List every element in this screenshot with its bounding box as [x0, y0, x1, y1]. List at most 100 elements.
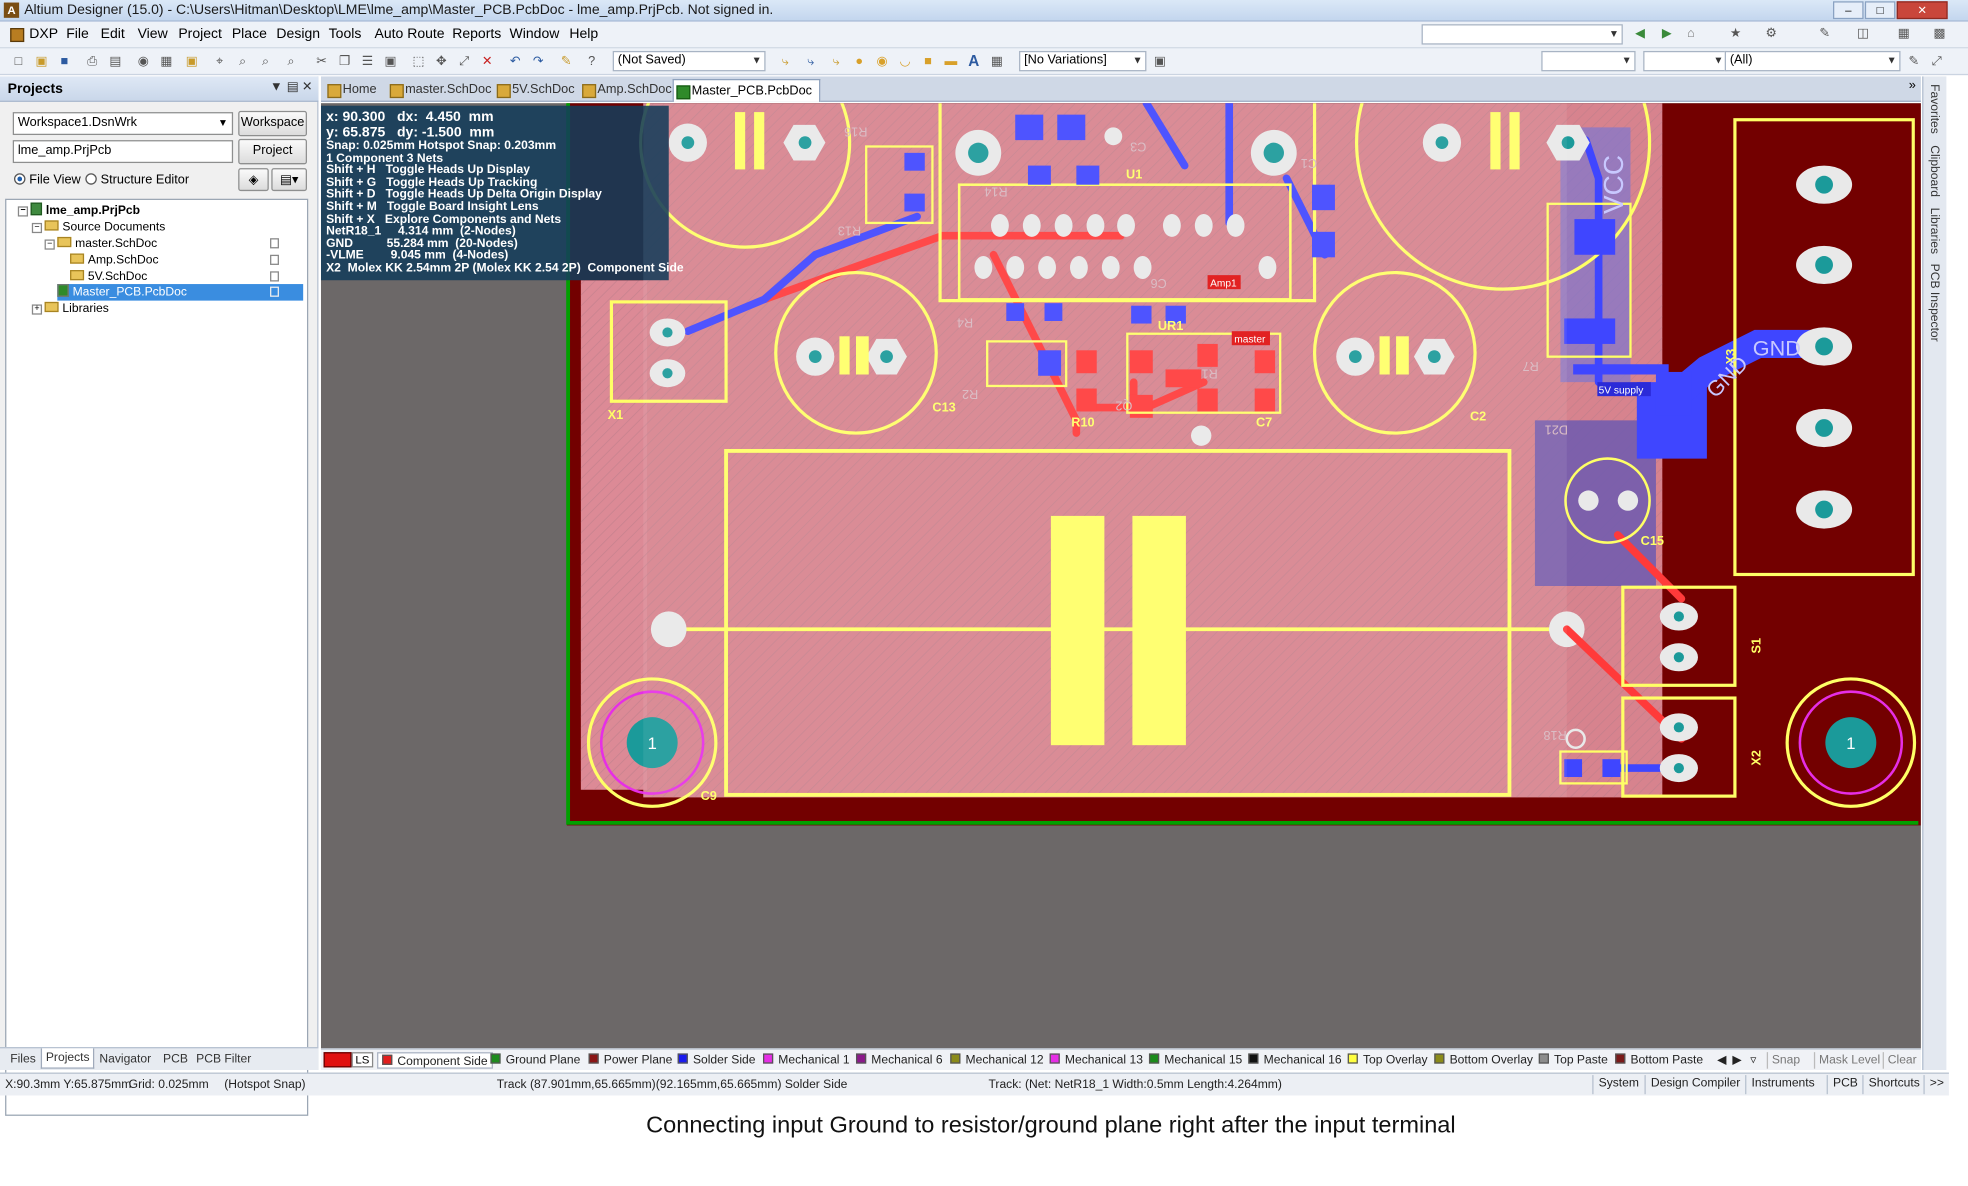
forward-icon[interactable]: ▶ [1658, 25, 1675, 42]
zoom-fit-icon[interactable]: ⌖ [211, 53, 228, 70]
menu-design[interactable]: Design [276, 27, 320, 42]
layer-tab-mechanical-6[interactable]: Mechanical 6 [855, 1052, 943, 1069]
panel-options-icon[interactable]: ◈ [238, 168, 269, 192]
snap-button[interactable]: Snap [1766, 1052, 1800, 1069]
copy-icon[interactable]: ❐ [336, 53, 353, 70]
tab-master-pcbdoc[interactable]: Master_PCB.PcbDoc [672, 78, 821, 102]
tab-5v-schdoc[interactable]: 5V.SchDoc [494, 79, 575, 102]
rubber-stamp-icon[interactable]: ▣ [382, 53, 399, 70]
dxp-icon[interactable] [10, 28, 25, 43]
menu-dxp[interactable]: DXP [29, 27, 58, 42]
tree-item-master-pcbdoc[interactable]: Master_PCB.PcbDoc [57, 284, 304, 301]
back-icon[interactable]: ◀ [1632, 25, 1649, 42]
place-fill-icon[interactable]: ■ [920, 53, 937, 70]
tree-item-master-schdoc[interactable]: − master.SchDoc [44, 236, 157, 253]
layer-tab-power-plane[interactable]: Power Plane [588, 1052, 672, 1069]
favorite-icon[interactable]: ★ [1727, 25, 1744, 42]
zoom-filtered-icon[interactable]: ⌕ [283, 53, 300, 70]
sidebar-tab-pcb-inspector[interactable]: PCB Inspector [1927, 264, 1941, 342]
clear-button[interactable]: Clear [1882, 1052, 1917, 1069]
project-field[interactable]: lme_amp.PrjPcb [12, 140, 234, 164]
menu-project[interactable]: Project [178, 27, 222, 42]
layer-tab-bottom-overlay[interactable]: Bottom Overlay [1434, 1052, 1533, 1069]
menu-edit[interactable]: Edit [101, 27, 125, 42]
filter-combo-2[interactable]: ▼ [1643, 50, 1728, 72]
panel-close-icon[interactable]: ✕ [302, 80, 313, 94]
filter-combo-1[interactable]: ▼ [1541, 50, 1636, 72]
layer-tab-ground-plane[interactable]: Ground Plane [490, 1052, 580, 1069]
pin-icon[interactable]: ▤ [287, 80, 299, 94]
workspace-field[interactable]: Workspace1.DsnWrk ▼ [12, 112, 234, 136]
place-pad-icon[interactable]: ● [851, 53, 868, 70]
zoom-area-icon[interactable]: ⌕ [234, 53, 251, 70]
collapse-icon[interactable]: − [44, 239, 55, 250]
layer-tab-mechanical-15[interactable]: Mechanical 15 [1148, 1052, 1242, 1069]
shortcuts-button[interactable]: Shortcuts [1862, 1075, 1925, 1095]
window-icon[interactable]: ◫ [1855, 25, 1872, 42]
design-compiler-button[interactable]: Design Compiler [1644, 1075, 1745, 1095]
tree-item-5v-schdoc[interactable]: 5V.SchDoc [70, 269, 147, 286]
print-icon[interactable]: ⎙ [84, 53, 101, 70]
clear-filter-2-icon[interactable]: ⤢ [1929, 53, 1946, 70]
instruments-button[interactable]: Instruments [1745, 1075, 1820, 1095]
pcb-button[interactable]: PCB [1826, 1075, 1863, 1095]
menu-file[interactable]: File [66, 27, 89, 42]
print-preview-icon[interactable]: ▤ [107, 53, 124, 70]
home-icon[interactable]: ⌂ [1683, 25, 1700, 42]
address-combo[interactable]: ▼ [1421, 24, 1623, 45]
snap-options-icon[interactable]: ▿ [1750, 1052, 1756, 1069]
maximize-icon[interactable]: □ [1864, 1, 1896, 20]
open-folder-icon[interactable]: ▣ [33, 53, 50, 70]
menu-window[interactable]: Window [510, 27, 560, 42]
place-string-icon[interactable]: A [966, 53, 983, 70]
layer-tab-mechanical-16[interactable]: Mechanical 16 [1248, 1052, 1342, 1069]
open-device-icon[interactable]: ◉ [135, 53, 152, 70]
minimize-icon[interactable]: – [1832, 1, 1864, 20]
layer-tab-top-paste[interactable]: Top Paste [1538, 1052, 1608, 1069]
menu-place[interactable]: Place [232, 27, 267, 42]
tab-home[interactable]: Home [325, 79, 377, 102]
layout-icon[interactable]: ▦ [1895, 25, 1912, 42]
menu-auto-route[interactable]: Auto Route [374, 27, 444, 42]
layer-tab-top-overlay[interactable]: Top Overlay [1347, 1052, 1428, 1069]
panel-doc-menu-icon[interactable]: ▤▾ [271, 168, 307, 192]
panel-tab-pcb-filter[interactable]: PCB Filter [196, 1052, 251, 1066]
filter-all-combo[interactable]: (All) ▼ [1724, 50, 1901, 72]
cross-probe-icon[interactable]: ✎ [558, 53, 575, 70]
scroll-left-icon[interactable]: ◀ [1717, 1052, 1726, 1069]
place-polygon-icon[interactable]: ▬ [943, 53, 960, 70]
tab-master-schdoc[interactable]: master.SchDoc [387, 79, 491, 102]
help-icon[interactable]: ? [583, 53, 600, 70]
menu-view[interactable]: View [138, 27, 168, 42]
clear-filter-icon[interactable]: ✕ [479, 53, 496, 70]
structure-editor-radio[interactable]: Structure Editor [85, 173, 189, 187]
multi-route-icon[interactable]: ⤷ [828, 53, 845, 70]
panel-tab-files[interactable]: Files [10, 1052, 36, 1066]
layer-tab-mechanical-13[interactable]: Mechanical 13 [1049, 1052, 1143, 1069]
grid-icon[interactable]: ▩ [1931, 25, 1948, 42]
new-file-icon[interactable]: □ [10, 53, 27, 70]
apply-filter-icon[interactable]: ✎ [1906, 53, 1923, 70]
tab-amp-schdoc[interactable]: Amp.SchDoc [580, 79, 672, 102]
deselect-icon[interactable]: ⤢ [456, 53, 473, 70]
sidebar-tab-favorites[interactable]: Favorites [1927, 84, 1941, 134]
panel-menu-icon[interactable]: ▼ [270, 80, 283, 94]
close-icon[interactable]: ✕ [1896, 1, 1948, 20]
layer-set-button[interactable]: LS [351, 1052, 374, 1068]
collapse-icon[interactable]: − [17, 206, 29, 217]
tree-item-source-documents[interactable]: − Source Documents [31, 219, 165, 236]
layer-tab-component-side[interactable]: Component Side [377, 1052, 493, 1069]
zoom-selected-icon[interactable]: ⌕ [257, 53, 274, 70]
expand-icon[interactable]: + [31, 304, 43, 315]
file-view-radio[interactable]: File View [14, 173, 81, 187]
save-icon[interactable]: ■ [56, 53, 73, 70]
status-more-icon[interactable]: >> [1923, 1075, 1949, 1095]
layer-tab-bottom-paste[interactable]: Bottom Paste [1615, 1052, 1703, 1069]
variations-combo[interactable]: [No Variations] ▼ [1019, 50, 1147, 72]
cut-icon[interactable]: ✂ [313, 53, 330, 70]
redo-icon[interactable]: ↷ [530, 53, 547, 70]
interactive-route-icon[interactable]: ⤷ [777, 53, 794, 70]
panel-tab-navigator[interactable]: Navigator [99, 1052, 151, 1066]
tab-list-icon[interactable]: » [1909, 79, 1916, 93]
folder-icon[interactable]: ▣ [183, 53, 200, 70]
